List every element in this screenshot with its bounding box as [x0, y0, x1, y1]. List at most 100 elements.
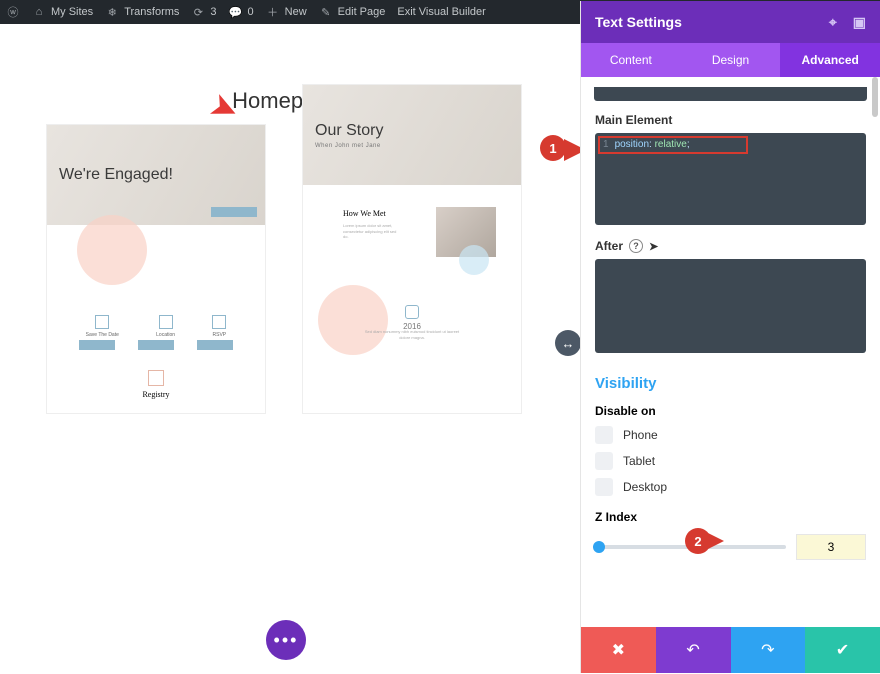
tab-label: Content	[610, 53, 652, 67]
checkbox[interactable]	[595, 452, 613, 470]
disable-phone-row[interactable]: Phone	[595, 426, 866, 444]
comment-icon: 💬	[229, 5, 243, 19]
decor-circle	[77, 215, 147, 285]
refresh-item[interactable]: ⟳3	[191, 5, 216, 19]
new-item[interactable]: ＋ New	[266, 5, 307, 19]
hero-title: Our Story	[315, 122, 521, 140]
registry-label: Registry	[47, 390, 265, 399]
mail-icon	[212, 315, 226, 329]
wordpress-icon: ⓦ	[6, 5, 20, 19]
redo-button[interactable]: ↷	[731, 627, 806, 673]
editpage-label: Edit Page	[338, 6, 386, 18]
icon-label: Save The Date	[86, 332, 119, 338]
icon-row: Save The Date Location RSVP	[47, 315, 265, 338]
disable-desktop-row[interactable]: Desktop	[595, 478, 866, 496]
annotation-highlight-box	[598, 136, 748, 154]
new-label: New	[285, 6, 307, 18]
decor-circle-small	[459, 245, 489, 275]
css-after-editor[interactable]	[595, 259, 866, 353]
exit-vb-item[interactable]: Exit Visual Builder	[397, 6, 485, 18]
main-element-label: Main Element	[595, 113, 866, 127]
visibility-section-title[interactable]: Visibility	[595, 375, 866, 392]
arrows-horizontal-icon: ↔	[562, 336, 575, 351]
gift-icon	[148, 370, 164, 386]
panel-title: Text Settings	[595, 14, 682, 30]
mini-button	[138, 340, 174, 350]
hero-subtitle: When John met Jane	[315, 143, 521, 149]
panel-drag-handle[interactable]: ↔	[555, 330, 581, 356]
wp-logo[interactable]: ⓦ	[6, 5, 20, 19]
cursor-icon: ➤	[649, 240, 658, 253]
badge-number: 1	[549, 141, 556, 156]
mysites-label: My Sites	[51, 6, 93, 18]
checkbox-label: Tablet	[623, 454, 655, 468]
undo-button[interactable]: ↶	[656, 627, 731, 673]
target-icon[interactable]: ⌖	[829, 14, 837, 31]
check-icon: ✔	[836, 640, 849, 660]
annotation-pointer-2	[708, 533, 724, 549]
settings-panel: Text Settings ⌖ ▣ Content Design Advance…	[580, 1, 880, 673]
gauge-icon: ❄	[105, 5, 119, 19]
lorem-text: Lorem ipsum dolor sit amet, consectetur …	[343, 223, 403, 240]
css-main-element-editor[interactable]: 1position: relative;	[595, 133, 866, 225]
help-icon[interactable]: ?	[629, 239, 643, 253]
registry: Registry	[47, 370, 265, 399]
vb-fab[interactable]: •••	[266, 620, 306, 660]
transforms-item[interactable]: ❄ Transforms	[105, 5, 179, 19]
panel-scrollbar[interactable]	[872, 77, 878, 117]
year-block: 2016	[303, 305, 521, 331]
calendar-icon	[95, 315, 109, 329]
subheading: How We Met	[343, 209, 386, 218]
tab-design[interactable]: Design	[681, 43, 781, 77]
collapsed-field[interactable]	[594, 87, 867, 101]
comments-count: 0	[248, 6, 254, 18]
btn-row	[47, 340, 265, 350]
checkbox[interactable]	[595, 478, 613, 496]
cta-button	[211, 207, 257, 217]
zindex-label: Z Index	[595, 510, 866, 524]
zindex-control: 2	[595, 534, 866, 560]
checkbox-label: Desktop	[623, 480, 667, 494]
refresh-icon: ⟳	[191, 5, 205, 19]
refresh-count: 3	[210, 6, 216, 18]
badge-number: 2	[694, 534, 701, 549]
editor-canvas: Homepage ➤ We're Engaged! Save The Date …	[0, 24, 572, 674]
section-thumbnail-story[interactable]: Our Story When John met Jane How We Met …	[302, 84, 522, 414]
slider-knob[interactable]	[593, 541, 605, 553]
cancel-button[interactable]: ✖	[581, 627, 656, 673]
after-label: After ? ➤	[595, 239, 866, 253]
mysites-item[interactable]: ⌂ My Sites	[32, 5, 93, 19]
pin-icon	[159, 315, 173, 329]
save-button[interactable]: ✔	[805, 627, 880, 673]
pencil-icon: ✎	[319, 5, 333, 19]
transforms-label: Transforms	[124, 6, 179, 18]
panel-body[interactable]: Main Element 1position: relative; After …	[581, 77, 880, 625]
checkbox-label: Phone	[623, 428, 658, 442]
panel-header: Text Settings ⌖ ▣	[581, 1, 880, 43]
house-icon: ⌂	[32, 5, 46, 19]
comments-item[interactable]: 💬0	[229, 5, 254, 19]
icon-label: RSVP	[213, 332, 227, 338]
editpage-item[interactable]: ✎ Edit Page	[319, 5, 386, 19]
ellipsis-icon: •••	[274, 630, 299, 651]
after-label-text: After	[595, 239, 623, 253]
icon-label: Location	[156, 332, 175, 338]
mini-button	[197, 340, 233, 350]
annotation-badge-1: 1	[540, 135, 566, 161]
zindex-input[interactable]	[796, 534, 866, 560]
disable-on-label: Disable on	[595, 404, 866, 418]
hero-title: We're Engaged!	[59, 166, 265, 184]
chat-icon	[405, 305, 419, 319]
checkbox[interactable]	[595, 426, 613, 444]
tab-label: Advanced	[802, 53, 859, 67]
tab-content[interactable]: Content	[581, 43, 681, 77]
mini-button	[79, 340, 115, 350]
year-lorem: Sed diam nonummy nibh euismod tincidunt …	[363, 329, 461, 340]
disable-tablet-row[interactable]: Tablet	[595, 452, 866, 470]
tab-advanced[interactable]: Advanced	[780, 43, 880, 77]
plus-icon: ＋	[266, 5, 280, 19]
section-thumbnail-home[interactable]: We're Engaged! Save The Date Location RS…	[46, 124, 266, 414]
expand-icon[interactable]: ▣	[853, 14, 866, 31]
panel-footer: ✖ ↶ ↷ ✔	[581, 627, 880, 673]
hero: Our Story When John met Jane	[303, 85, 521, 185]
